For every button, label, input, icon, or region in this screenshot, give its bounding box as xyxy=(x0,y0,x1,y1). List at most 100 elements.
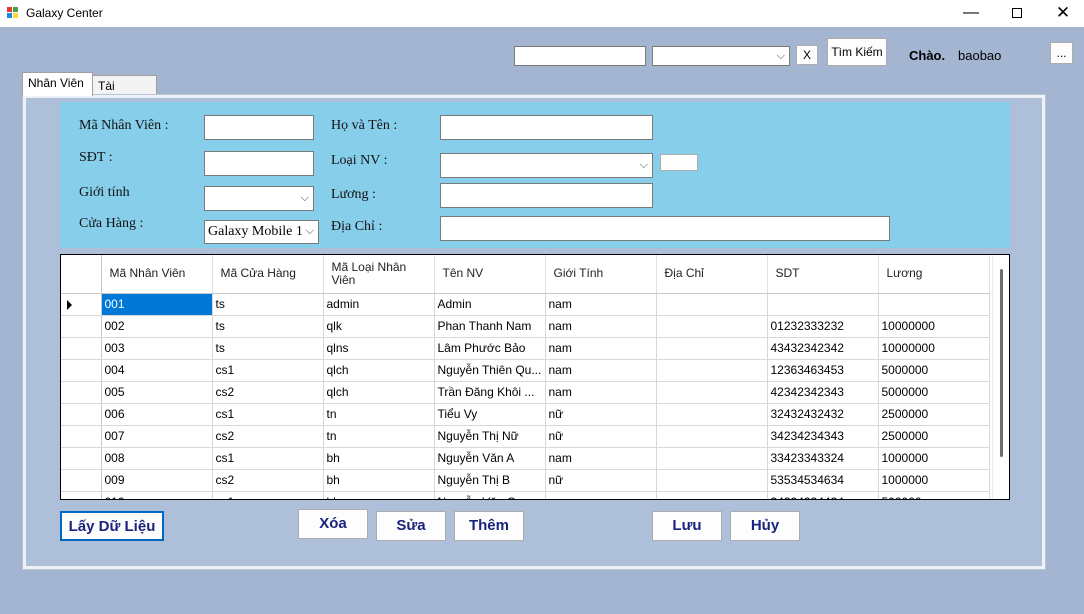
table-cell[interactable]: 001 xyxy=(101,293,213,316)
column-header-luong[interactable]: Lương xyxy=(878,255,990,294)
table-row[interactable]: 003 ts qlns Lâm Phước Bảo nam 4343234234… xyxy=(61,337,990,360)
row-header[interactable] xyxy=(61,425,102,448)
table-cell[interactable]: nam xyxy=(545,359,657,382)
sua-button[interactable]: Sửa xyxy=(376,511,446,541)
table-cell[interactable]: 006 xyxy=(101,403,213,426)
table-cell[interactable]: Trần Đăng Khôi ... xyxy=(434,381,546,404)
employee-data-grid[interactable]: Mã Nhân Viên Mã Cửa Hàng Mã Loại Nhân Vi… xyxy=(60,254,1010,500)
table-cell[interactable]: cs1 xyxy=(212,447,324,470)
table-cell[interactable]: 1000000 xyxy=(878,447,990,470)
row-header[interactable] xyxy=(61,293,102,316)
column-header-gioi-tinh[interactable]: Giới Tính xyxy=(545,255,657,294)
ho-va-ten-input[interactable] xyxy=(440,115,653,140)
table-cell[interactable] xyxy=(656,469,768,492)
table-cell[interactable]: 34234234343 xyxy=(767,425,879,448)
search-button[interactable]: Tìm Kiếm xyxy=(827,38,887,66)
table-cell[interactable]: Nguyễn Văn A xyxy=(434,447,546,470)
table-cell[interactable] xyxy=(656,315,768,338)
table-cell[interactable]: 500000 xyxy=(878,491,990,499)
table-cell[interactable]: nam xyxy=(545,337,657,360)
table-cell[interactable]: nữ xyxy=(545,425,657,448)
table-cell[interactable]: 2500000 xyxy=(878,403,990,426)
table-cell[interactable]: tn xyxy=(323,403,435,426)
cua-hang-select[interactable]: Galaxy Mobile 1 ⌵ xyxy=(204,220,319,244)
luong-input[interactable] xyxy=(440,183,653,208)
table-cell[interactable]: 004 xyxy=(101,359,213,382)
table-cell[interactable]: cs2 xyxy=(212,381,324,404)
table-row[interactable]: 005 cs2 qlch Trần Đăng Khôi ... nam 4234… xyxy=(61,381,990,404)
maximize-button[interactable] xyxy=(994,0,1040,27)
table-cell[interactable]: 002 xyxy=(101,315,213,338)
table-cell[interactable]: 43432342342 xyxy=(767,337,879,360)
table-cell[interactable]: Nguyễn Thiên Qu... xyxy=(434,359,546,382)
table-cell[interactable]: qlk xyxy=(323,315,435,338)
close-button[interactable]: ✕ xyxy=(1040,0,1084,27)
search-filter-select[interactable]: ⌵ xyxy=(652,46,790,66)
table-row[interactable]: 001 ts admin Admin nam xyxy=(61,293,990,316)
table-cell[interactable]: nữ xyxy=(545,403,657,426)
table-cell[interactable]: ts xyxy=(212,315,324,338)
table-cell[interactable]: Nguyễn Thị Nữ xyxy=(434,425,546,448)
table-cell[interactable]: cs2 xyxy=(212,425,324,448)
row-header[interactable] xyxy=(61,469,102,492)
table-cell[interactable]: nam xyxy=(545,293,657,316)
column-header-ma-nhan-vien[interactable]: Mã Nhân Viên xyxy=(101,255,213,294)
table-cell[interactable] xyxy=(656,359,768,382)
table-cell[interactable]: qlch xyxy=(323,359,435,382)
table-row[interactable]: 009 cs2 bh Nguyễn Thị B nữ 53534534634 1… xyxy=(61,469,990,492)
row-header[interactable] xyxy=(61,337,102,360)
table-cell[interactable]: 32432432432 xyxy=(767,403,879,426)
table-row[interactable]: 002 ts qlk Phan Thanh Nam nam 0123233323… xyxy=(61,315,990,338)
them-button[interactable]: Thêm xyxy=(454,511,524,541)
table-cell[interactable] xyxy=(656,337,768,360)
column-header-ma-cua-hang[interactable]: Mã Cửa Hàng xyxy=(212,255,324,294)
table-cell[interactable]: 53534534634 xyxy=(767,469,879,492)
table-cell[interactable]: 009 xyxy=(101,469,213,492)
table-cell[interactable]: 010 xyxy=(101,491,213,499)
loai-nv-select[interactable]: ⌵ xyxy=(440,153,653,178)
table-cell[interactable]: tn xyxy=(323,425,435,448)
table-cell[interactable]: Admin xyxy=(434,293,546,316)
row-header[interactable] xyxy=(61,359,102,382)
loai-nv-add-button[interactable] xyxy=(660,154,698,171)
table-cell[interactable]: cs2 xyxy=(212,469,324,492)
ma-nhan-vien-input[interactable] xyxy=(204,115,314,140)
table-cell[interactable]: 33423343324 xyxy=(767,447,879,470)
table-cell[interactable]: nữ xyxy=(545,469,657,492)
table-cell[interactable]: cs1 xyxy=(212,359,324,382)
row-header[interactable] xyxy=(61,447,102,470)
table-row[interactable]: 006 cs1 tn Tiểu Vy nữ 32432432432 250000… xyxy=(61,403,990,426)
table-cell[interactable]: nam xyxy=(545,315,657,338)
huy-button[interactable]: Hủy xyxy=(730,511,800,541)
table-cell[interactable] xyxy=(656,491,768,499)
luu-button[interactable]: Lưu xyxy=(652,511,722,541)
xoa-button[interactable]: Xóa xyxy=(298,509,368,539)
table-cell[interactable]: 2500000 xyxy=(878,425,990,448)
table-cell[interactable]: nam xyxy=(545,447,657,470)
table-cell[interactable]: Lâm Phước Bảo xyxy=(434,337,546,360)
table-cell[interactable]: 34324324434 xyxy=(767,491,879,499)
table-cell[interactable]: Phan Thanh Nam xyxy=(434,315,546,338)
table-cell[interactable]: ts xyxy=(212,337,324,360)
column-header-ma-loai-nhan-vien[interactable]: Mã Loại Nhân Viên xyxy=(323,255,435,294)
table-cell[interactable]: 1000000 xyxy=(878,469,990,492)
table-row[interactable]: 008 cs1 bh Nguyễn Văn A nam 33423343324 … xyxy=(61,447,990,470)
table-row[interactable]: 010 cs1 bh Nguyễn Văn C nam 34324324434 … xyxy=(61,491,990,499)
table-cell[interactable] xyxy=(656,403,768,426)
table-cell[interactable]: 12363463453 xyxy=(767,359,879,382)
column-header-ten-nv[interactable]: Tên NV xyxy=(434,255,546,294)
table-cell[interactable]: nam xyxy=(545,491,657,499)
table-cell[interactable]: 10000000 xyxy=(878,337,990,360)
table-cell[interactable]: 005 xyxy=(101,381,213,404)
lay-du-lieu-button[interactable]: Lấy Dữ Liệu xyxy=(60,511,164,541)
row-header[interactable] xyxy=(61,381,102,404)
table-cell[interactable]: bh xyxy=(323,491,435,499)
tab-nhan-vien[interactable]: Nhân Viên xyxy=(22,72,93,96)
table-cell[interactable]: 5000000 xyxy=(878,381,990,404)
search-input[interactable] xyxy=(514,46,646,66)
more-button[interactable]: ... xyxy=(1050,42,1073,64)
table-cell[interactable]: bh xyxy=(323,447,435,470)
table-cell[interactable]: 008 xyxy=(101,447,213,470)
table-cell[interactable] xyxy=(656,425,768,448)
table-cell[interactable]: 007 xyxy=(101,425,213,448)
